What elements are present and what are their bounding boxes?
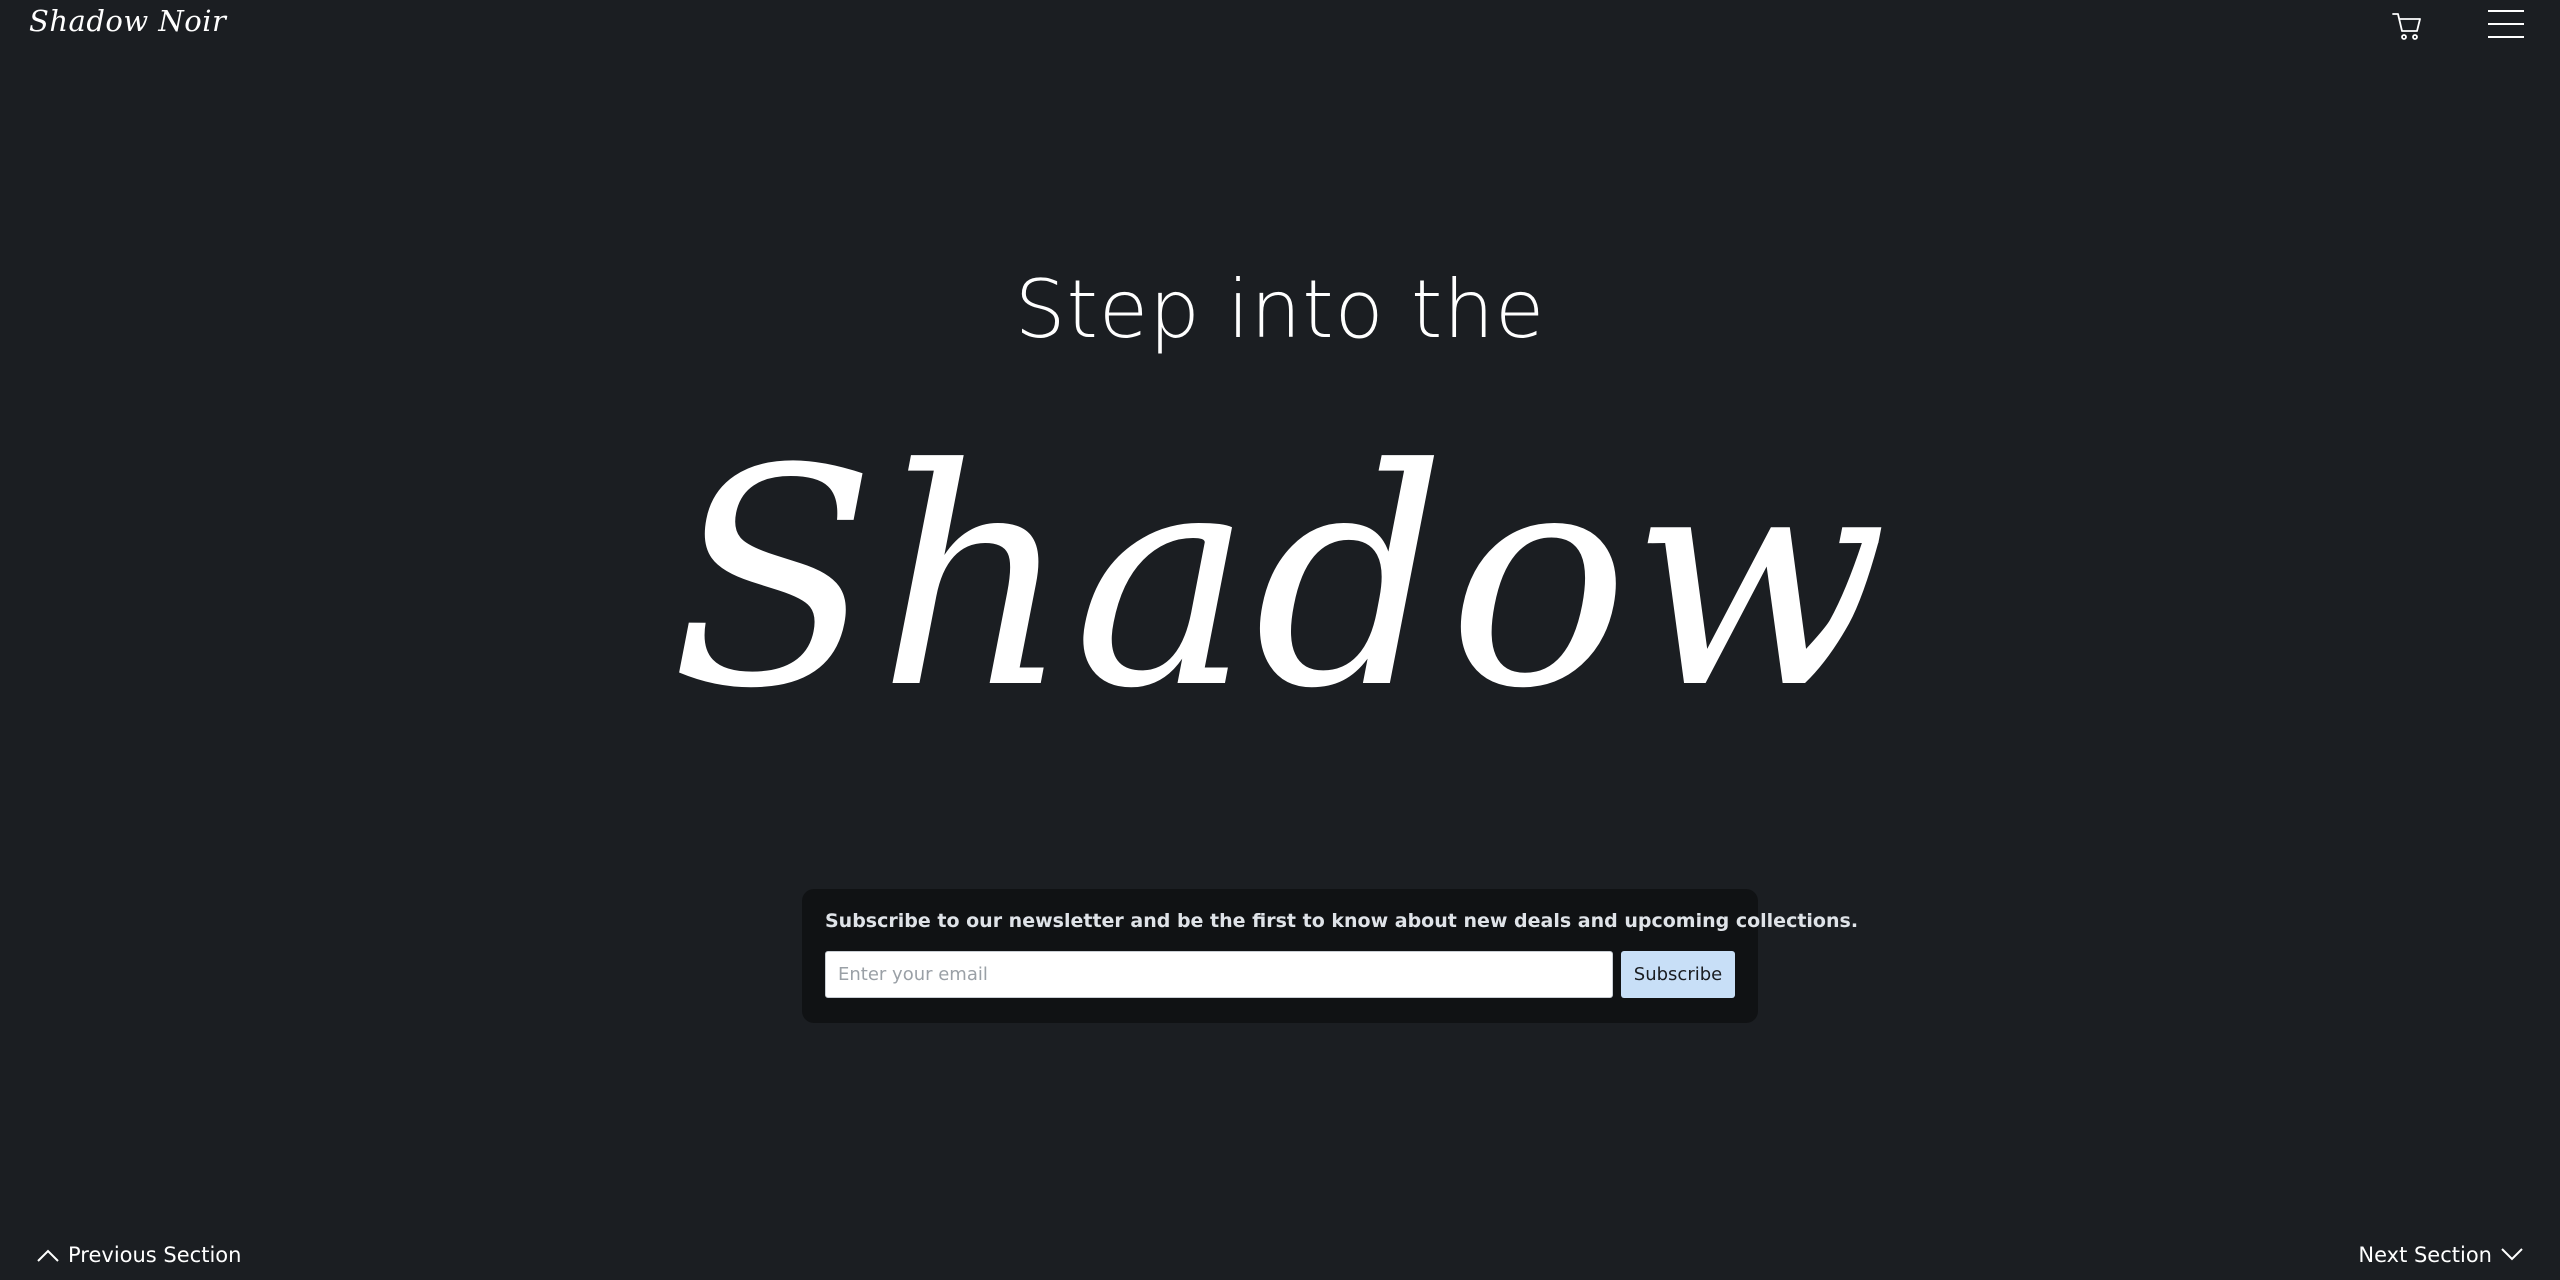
chevron-down-icon bbox=[2501, 1248, 2523, 1261]
landing-page: Shadow Noir Step into the Shadow Subscri… bbox=[0, 0, 2560, 1280]
next-section-label: Next Section bbox=[2358, 1243, 2492, 1267]
email-input[interactable] bbox=[825, 951, 1613, 998]
hamburger-menu-icon bbox=[2488, 10, 2524, 38]
menu-button[interactable] bbox=[2486, 8, 2526, 40]
subscribe-button[interactable]: Subscribe bbox=[1621, 951, 1735, 998]
chevron-up-icon bbox=[37, 1249, 59, 1262]
newsletter-form: Subscribe bbox=[825, 951, 1735, 998]
hero-pretitle: Step into the bbox=[1014, 263, 1546, 356]
brand-logo[interactable]: Shadow Noir bbox=[29, 4, 226, 38]
previous-section-link[interactable]: Previous Section bbox=[36, 1243, 241, 1267]
newsletter-description: Subscribe to our newsletter and be the f… bbox=[825, 910, 1859, 932]
cart-button[interactable] bbox=[2389, 8, 2425, 44]
previous-section-label: Previous Section bbox=[68, 1243, 242, 1267]
hero-title: Shadow bbox=[670, 405, 1890, 754]
newsletter-panel: Subscribe to our newsletter and be the f… bbox=[802, 889, 1859, 1023]
cart-icon bbox=[2392, 13, 2421, 40]
next-section-link[interactable]: Next Section bbox=[2358, 1243, 2524, 1267]
